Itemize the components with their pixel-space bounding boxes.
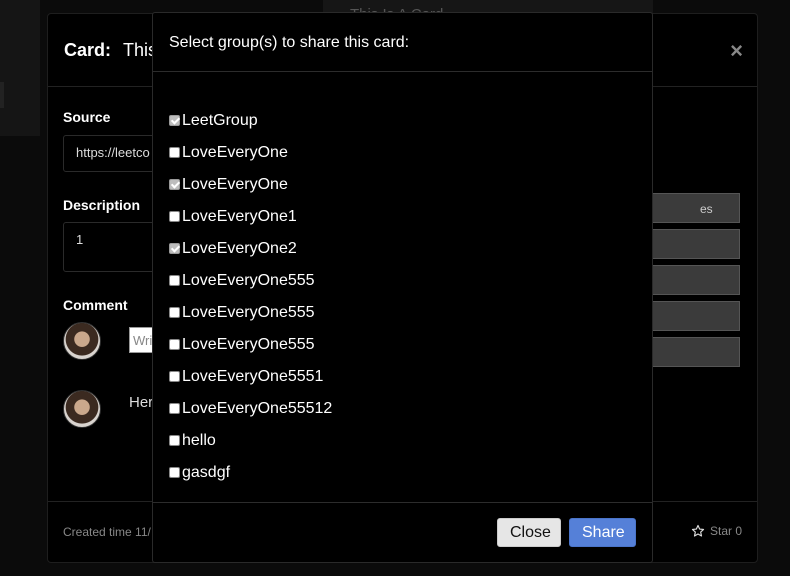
- group-option[interactable]: LoveEveryOne: [169, 169, 332, 201]
- side-action-button[interactable]: es: [651, 193, 740, 223]
- group-checkbox[interactable]: [169, 402, 180, 414]
- created-time: Created time 11/: [63, 525, 151, 539]
- avatar: [63, 390, 101, 428]
- group-label: LoveEveryOne555: [182, 336, 315, 353]
- background-sidebar: [0, 0, 40, 136]
- group-checkbox[interactable]: [169, 306, 180, 318]
- side-action-button[interactable]: [651, 265, 740, 295]
- comment-input[interactable]: Wri: [129, 327, 153, 353]
- group-label: LoveEveryOne5551: [182, 368, 324, 385]
- group-option[interactable]: LoveEveryOne55512: [169, 393, 332, 425]
- group-checkbox[interactable]: [169, 274, 180, 286]
- background-sidebar-item: [0, 82, 4, 108]
- side-action-button[interactable]: [651, 337, 740, 367]
- group-list: LeetGroup LoveEveryOne LoveEveryOne LoveEve…: [169, 105, 332, 489]
- group-checkbox[interactable]: [169, 466, 180, 478]
- group-option[interactable]: LoveEveryOne555: [169, 329, 332, 361]
- group-option[interactable]: gasdgf: [169, 457, 332, 489]
- side-action-button[interactable]: [651, 229, 740, 259]
- share-dialog-header: Select group(s) to share this card:: [153, 13, 652, 72]
- group-label: LoveEveryOne555: [182, 304, 315, 321]
- star-button[interactable]: Star 0: [691, 524, 742, 538]
- comment-text: Her: [129, 394, 154, 411]
- group-option[interactable]: hello: [169, 425, 332, 457]
- avatar: [63, 322, 101, 360]
- group-option[interactable]: LeetGroup: [169, 105, 332, 137]
- group-checkbox[interactable]: [169, 146, 180, 158]
- group-label: hello: [182, 432, 216, 449]
- group-checkbox[interactable]: [169, 210, 180, 222]
- group-label: LoveEveryOne: [182, 176, 288, 193]
- side-action-label: es: [700, 202, 713, 216]
- group-option[interactable]: LoveEveryOne: [169, 137, 332, 169]
- star-icon: [691, 524, 705, 537]
- comment-label: Comment: [63, 297, 128, 313]
- group-checkbox[interactable]: [169, 370, 180, 382]
- close-button[interactable]: Close: [497, 518, 561, 547]
- star-label: Star 0: [709, 524, 742, 538]
- source-label: Source: [63, 109, 111, 125]
- group-option[interactable]: LoveEveryOne5551: [169, 361, 332, 393]
- share-dialog-title: Select group(s) to share this card:: [169, 34, 410, 51]
- group-checkbox[interactable]: [169, 178, 180, 190]
- group-option[interactable]: LoveEveryOne2: [169, 233, 332, 265]
- group-option[interactable]: LoveEveryOne555: [169, 297, 332, 329]
- card-title-label: Card:: [64, 40, 112, 60]
- side-action-button[interactable]: [651, 301, 740, 331]
- group-label: LeetGroup: [182, 112, 258, 129]
- description-label: Description: [63, 197, 141, 213]
- group-checkbox[interactable]: [169, 114, 180, 126]
- close-icon[interactable]: ×: [730, 38, 743, 64]
- group-option[interactable]: LoveEveryOne1: [169, 201, 332, 233]
- share-button[interactable]: Share: [569, 518, 636, 547]
- share-dialog: Select group(s) to share this card: Leet…: [152, 12, 653, 563]
- group-checkbox[interactable]: [169, 434, 180, 446]
- group-label: LoveEveryOne555: [182, 272, 315, 289]
- group-label: gasdgf: [182, 464, 231, 481]
- group-label: LoveEveryOne55512: [182, 400, 333, 417]
- share-dialog-footer: Close Share: [153, 502, 652, 562]
- group-checkbox[interactable]: [169, 242, 180, 254]
- group-option[interactable]: LoveEveryOne555: [169, 265, 332, 297]
- group-label: LoveEveryOne: [182, 144, 288, 161]
- group-label: LoveEveryOne1: [182, 208, 297, 225]
- group-checkbox[interactable]: [169, 338, 180, 350]
- group-label: LoveEveryOne2: [182, 240, 297, 257]
